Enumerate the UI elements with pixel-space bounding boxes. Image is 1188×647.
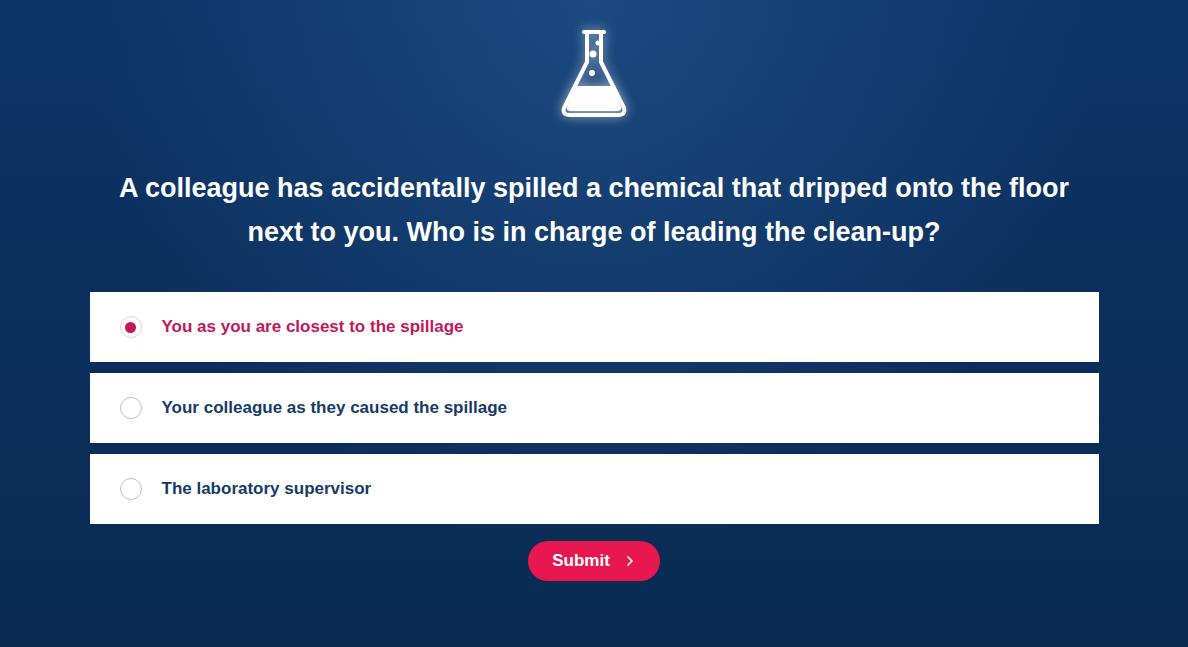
question-text: A colleague has accidentally spilled a c… [94,166,1094,254]
submit-button[interactable]: Submit [528,541,660,581]
option-row[interactable]: Your colleague as they caused the spilla… [90,373,1099,443]
option-label: Your colleague as they caused the spilla… [162,398,507,418]
submit-label: Submit [552,551,610,571]
option-label: You as you are closest to the spillage [162,317,464,337]
quiz-page: A colleague has accidentally spilled a c… [0,0,1188,647]
option-row[interactable]: The laboratory supervisor [90,454,1099,524]
radio-dot [125,322,136,333]
radio-button[interactable] [120,478,142,500]
flask-icon [558,28,630,120]
radio-button[interactable] [120,397,142,419]
radio-button[interactable] [120,316,142,338]
options-list: You as you are closest to the spillage Yo… [90,292,1099,524]
option-row[interactable]: You as you are closest to the spillage [90,292,1099,362]
flask-badge [548,28,640,120]
option-label: The laboratory supervisor [162,479,372,499]
chevron-right-icon [622,553,638,569]
